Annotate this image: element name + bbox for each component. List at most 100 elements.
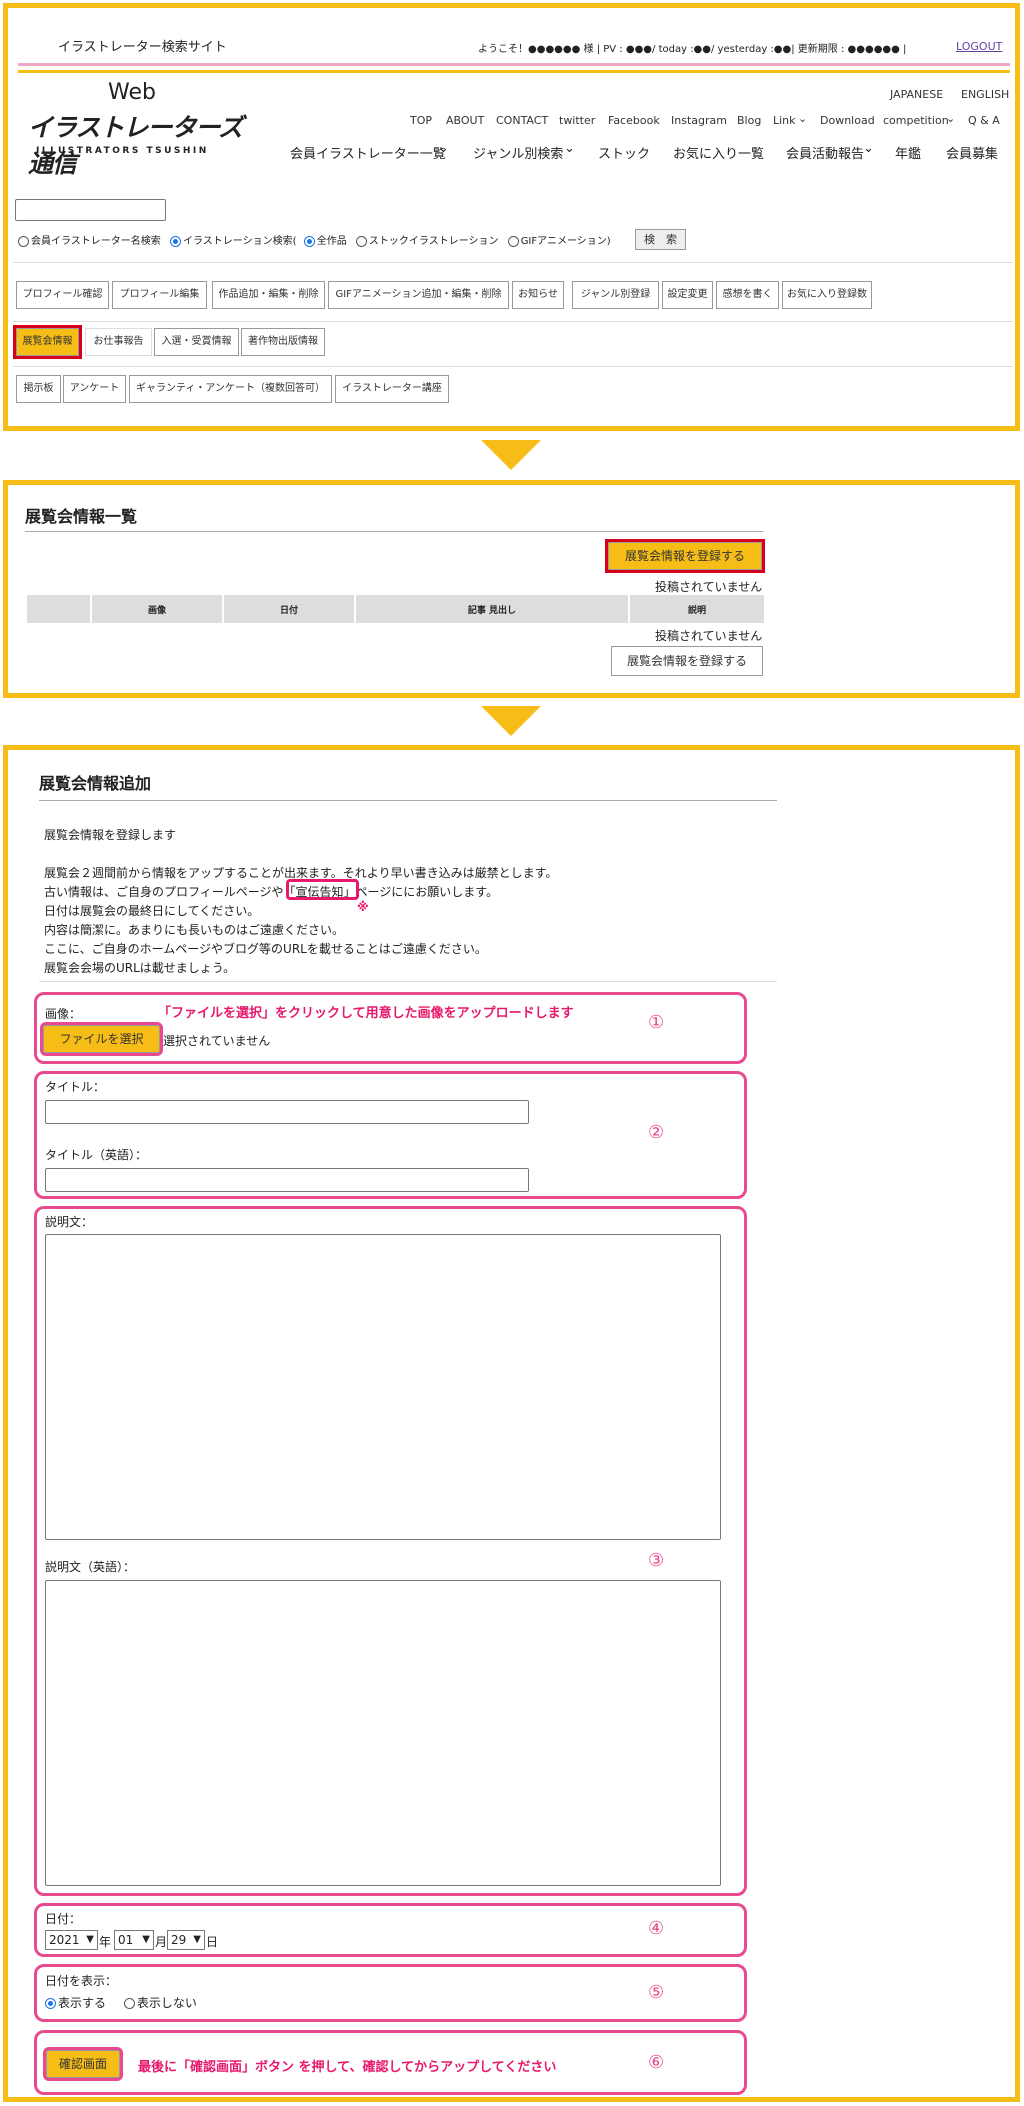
title-label: タイトル： [45, 1080, 106, 1094]
confirm-button[interactable]: 確認画面 [43, 2047, 123, 2081]
menu-yearbook[interactable]: 年鑑 [895, 143, 921, 162]
divider [13, 262, 1013, 263]
nav-about[interactable]: ABOUT [446, 114, 484, 127]
title-en-label: タイトル（英語）： [45, 1148, 148, 1162]
nav-blog[interactable]: Blog [737, 114, 761, 127]
desc-label: 説明文： [45, 1215, 94, 1229]
date-label: 日付： [45, 1912, 82, 1926]
search-button[interactable]: 検 索 [635, 229, 686, 250]
btn-illustrator-course[interactable]: イラストレーター講座 [335, 375, 449, 403]
btn-survey[interactable]: アンケート [63, 375, 126, 403]
step-number: ⑤ [648, 1982, 665, 2003]
logo[interactable]: Web イラストレーターズ通信 ILLUSTRATORS TSUSHIN [28, 80, 253, 178]
divider [13, 321, 1013, 322]
radio-stock[interactable] [355, 235, 367, 247]
menu-stock[interactable]: ストック [598, 143, 650, 162]
col-header [25, 593, 92, 625]
nav-link[interactable]: Link [773, 114, 796, 127]
btn-news[interactable]: お知らせ [512, 281, 564, 309]
nav-instagram[interactable]: Instagram [671, 114, 727, 127]
menu-member-list[interactable]: 会員イラストレーター一覧 [290, 143, 446, 162]
radio-all-works[interactable] [303, 235, 315, 247]
btn-gif-edit[interactable]: GIFアニメーション追加・編集・削除 [328, 281, 509, 309]
radio-member-search[interactable] [18, 235, 29, 247]
lang-japanese[interactable]: JAPANESE [890, 88, 943, 101]
chevron-down-icon: ▼ [86, 1934, 94, 1945]
search-options: 会員イラストレーター名検索 イラストレーション検索( 全作品 ストックイラストレ… [18, 232, 611, 247]
radio-show-no[interactable] [123, 1998, 135, 2009]
form-title: 展覧会情報追加 [39, 774, 152, 793]
menu-activity[interactable]: 会員活動報告 [786, 143, 864, 162]
nav-twitter[interactable]: twitter [559, 114, 595, 127]
header-stripe-yellow [18, 70, 1010, 73]
chevron-down-icon: ⌄ [564, 141, 575, 156]
chevron-down-icon: ⌄ [438, 141, 449, 156]
nav-download[interactable]: Download [820, 114, 875, 127]
logout-link[interactable]: LOGOUT [956, 40, 1002, 53]
nav-qa[interactable]: Q & A [968, 114, 1000, 127]
btn-settings[interactable]: 設定変更 [662, 281, 713, 309]
radio-show-yes[interactable] [45, 1998, 56, 2009]
col-header: 日付 [222, 593, 356, 625]
register-exhibition-button-bottom[interactable]: 展覧会情報を登録する [611, 646, 763, 676]
search-input[interactable] [15, 199, 166, 221]
image-label: 画像： [45, 1007, 82, 1021]
btn-board[interactable]: 掲示板 [16, 375, 61, 403]
desc-textarea[interactable] [45, 1234, 721, 1540]
btn-publication-info[interactable]: 著作物出版情報 [241, 328, 325, 356]
radio-illust-search[interactable] [170, 235, 181, 247]
image-hint: 「ファイルを選択」をクリックして用意した画像をアップロードします [158, 1006, 574, 1021]
promo-highlight [286, 879, 359, 900]
chevron-down-icon: ⌄ [946, 112, 956, 125]
exhibition-table: 画像 日付 記事 見出し 説明 [25, 593, 766, 625]
panel-exhibition-list: 展覧会情報一覧 展覧会情報を登録する 投稿されていません 画像 日付 記事 見出… [3, 480, 1020, 698]
col-header: 記事 見出し [354, 593, 630, 625]
btn-guarantee-survey[interactable]: ギャランティ・アンケート（複数回答可） [129, 375, 332, 403]
divider [39, 981, 777, 982]
radio-gif[interactable] [507, 235, 519, 247]
btn-exhibition-info[interactable]: 展覧会情報 [13, 325, 82, 359]
confirm-hint: 最後に「確認画面」ボタン を押して、確認してからアップしてください [138, 2060, 557, 2075]
list-title: 展覧会情報一覧 [25, 507, 138, 526]
step-number: ④ [648, 1918, 665, 1939]
nav-facebook[interactable]: Facebook [608, 114, 660, 127]
panel-header: イラストレーター検索サイト ようこそ！●●●●●● 様 | PV : ●●●/ … [3, 3, 1020, 431]
btn-favorites-count[interactable]: お気に入り登録数 [782, 281, 872, 309]
btn-write-review[interactable]: 感想を書く [716, 281, 779, 309]
year-select[interactable]: 2021 ▼ [45, 1930, 98, 1950]
btn-works-edit[interactable]: 作品追加・編集・削除 [212, 281, 325, 309]
btn-profile-edit[interactable]: プロフィール編集 [112, 281, 207, 309]
arrow-down-icon [481, 440, 541, 470]
menu-genre-search[interactable]: ジャンル別検索 [473, 143, 563, 162]
btn-genre-register[interactable]: ジャンル別登録 [572, 281, 659, 309]
divider [25, 531, 763, 532]
btn-work-report[interactable]: お仕事報告 [85, 328, 152, 356]
file-select-button[interactable]: ファイルを選択 [40, 1022, 163, 1056]
desc-en-textarea[interactable] [45, 1580, 721, 1886]
site-description: イラストレーター検索サイト [58, 40, 227, 55]
register-exhibition-button[interactable]: 展覧会情報を登録する [605, 539, 765, 573]
desc-en-label: 説明文（英語）： [45, 1560, 136, 1574]
nav-contact[interactable]: CONTACT [496, 114, 548, 127]
chevron-down-icon: ⌄ [798, 112, 808, 125]
lang-english[interactable]: ENGLISH [961, 88, 1009, 101]
file-status: 選択されていません [163, 1034, 271, 1048]
step-number: ① [648, 1012, 665, 1033]
step-number: ③ [648, 1550, 665, 1571]
show-date-label: 日付を表示： [45, 1974, 118, 1988]
divider [13, 366, 1013, 367]
title-input[interactable] [45, 1100, 529, 1124]
nav-top[interactable]: TOP [410, 114, 432, 127]
chevron-down-icon: ▼ [193, 1934, 201, 1945]
title-en-input[interactable] [45, 1168, 529, 1192]
empty-message: 投稿されていません [655, 629, 763, 643]
btn-profile-check[interactable]: プロフィール確認 [16, 281, 109, 309]
menu-recruit[interactable]: 会員募集 [946, 143, 998, 162]
btn-award-info[interactable]: 入選・受賞情報 [154, 328, 239, 356]
arrow-down-icon [481, 706, 541, 736]
menu-favorites[interactable]: お気に入り一覧 [673, 143, 764, 162]
day-select[interactable]: 29 ▼ [167, 1930, 205, 1950]
month-select[interactable]: 01 ▼ [114, 1930, 154, 1950]
status-bar: ようこそ！●●●●●● 様 | PV : ●●●/ today :●●/ yes… [478, 44, 907, 55]
nav-competition[interactable]: competition [883, 114, 949, 127]
